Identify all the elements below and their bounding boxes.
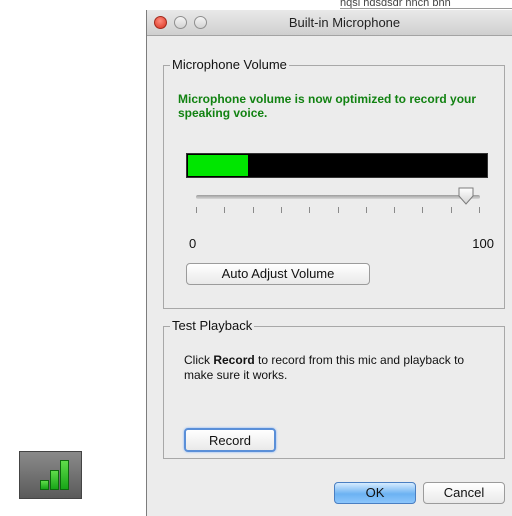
slider-tick <box>366 207 367 213</box>
slider-min-label: 0 <box>189 236 197 251</box>
slider-tick <box>479 207 480 213</box>
signal-bar <box>60 460 69 490</box>
microphone-volume-legend: Microphone Volume <box>170 57 289 72</box>
input-level-fill <box>188 155 248 176</box>
slider-tick <box>196 207 197 213</box>
slider-tick <box>451 207 452 213</box>
signal-bars-icon <box>19 451 82 499</box>
microphone-dialog: Built-in Microphone Microphone Volume Mi… <box>146 10 512 516</box>
slider-tick <box>224 207 225 213</box>
slider-tick <box>338 207 339 213</box>
volume-slider-thumb[interactable] <box>457 187 475 205</box>
auto-adjust-volume-button[interactable]: Auto Adjust Volume <box>186 263 370 285</box>
microphone-volume-group: Microphone Volume Microphone volume is n… <box>163 57 505 309</box>
window-title: Built-in Microphone <box>288 15 401 30</box>
input-level-meter <box>186 153 488 178</box>
title-bar: Built-in Microphone <box>147 10 512 36</box>
cancel-button[interactable]: Cancel <box>423 482 505 504</box>
signal-bar <box>40 480 49 490</box>
optimized-message: Microphone volume is now optimized to re… <box>178 92 477 120</box>
slider-max-label: 100 <box>472 236 494 251</box>
slider-tick <box>309 207 310 213</box>
volume-slider-track[interactable] <box>196 195 480 199</box>
test-playback-group: Test Playback Click Record to record fro… <box>163 318 505 459</box>
playback-instructions: Click Record to record from this mic and… <box>184 353 494 383</box>
signal-bar <box>50 470 59 490</box>
slider-tick <box>394 207 395 213</box>
background-window-divider <box>340 8 512 9</box>
record-button[interactable]: Record <box>184 428 276 452</box>
instructions-record-emphasis: Record <box>213 353 255 367</box>
test-playback-legend: Test Playback <box>170 318 255 333</box>
volume-slider-ticks <box>196 207 480 213</box>
slider-tick <box>422 207 423 213</box>
slider-tick <box>253 207 254 213</box>
slider-tick <box>281 207 282 213</box>
ok-button[interactable]: OK <box>334 482 416 504</box>
instructions-prefix: Click <box>184 353 214 367</box>
